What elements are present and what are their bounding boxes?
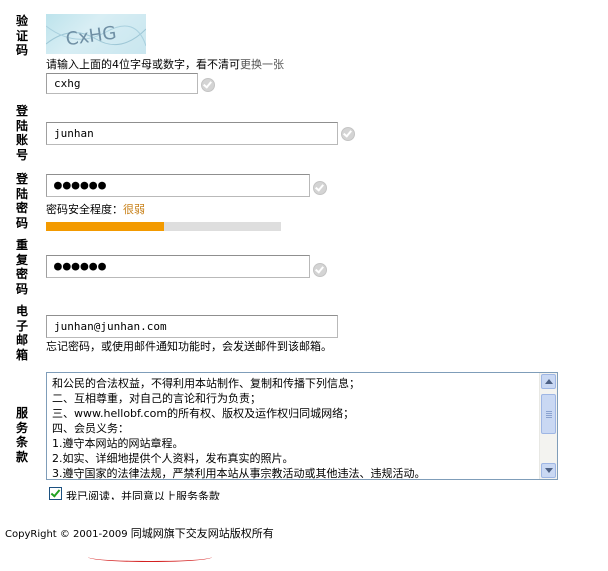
password-valid-icon: [313, 181, 327, 195]
password-strength-value: 很弱: [123, 203, 145, 216]
confirm-password-valid-icon: [313, 263, 327, 277]
footer-owner: 同城网旗下交友网站版权所有: [130, 527, 274, 540]
account-label: 登 陆 账 号: [15, 104, 28, 162]
account-valid-icon: [341, 127, 355, 141]
captcha-valid-icon: [201, 78, 215, 92]
password-strength-track: [46, 222, 281, 231]
terms-line: 2.如实、详细地提供个人资料，发布真实的照片。: [52, 452, 294, 465]
captcha-hint: 请输入上面的4位字母或数字，看不清可更换一张: [46, 58, 284, 71]
terms-textarea[interactable]: 和公民的合法权益，不得利用本站制作、复制和传播下列信息； 二、互相尊重，对自己的…: [46, 372, 558, 480]
agree-checkbox[interactable]: [49, 487, 62, 500]
footer-copyright: CopyRight © 2001-2009 同城网旗下交友网站版权所有: [5, 527, 274, 540]
terms-line: 四、会员义务：: [52, 422, 129, 435]
confirm-password-label: 重 复 密 码: [15, 238, 28, 296]
terms-line: 1.遵守本网站的网站章程。: [52, 437, 184, 450]
footer: CopyRight © 2001-2009 同城网旗下交友网站版权所有: [0, 500, 608, 571]
captcha-noise: CxHG: [46, 22, 146, 50]
captcha-label: 验 证 码: [15, 14, 28, 57]
footer-underline: [88, 556, 212, 562]
password-input[interactable]: ●●●●●●: [46, 174, 310, 197]
scroll-down-button[interactable]: [541, 463, 556, 478]
terms-line: 三、www.hellobf.com的所有权、版权及运作权归同城网络；: [52, 407, 355, 420]
terms-line: 二、互相尊重，对自己的言论和行为负责；: [52, 392, 261, 405]
confirm-password-input[interactable]: ●●●●●●: [46, 255, 310, 278]
captcha-image[interactable]: CxHG: [46, 14, 146, 54]
terms-label: 服 务 条 款: [15, 406, 28, 464]
scroll-thumb[interactable]: [541, 394, 556, 434]
captcha-input[interactable]: [46, 73, 198, 94]
password-strength-bar: [46, 222, 164, 231]
password-strength: 密码安全程度：很弱: [46, 203, 145, 216]
scroll-up-button[interactable]: [541, 374, 556, 389]
terms-line: 3.遵守国家的法律法规，严禁利用本站从事宗教活动或其他违法、违规活动。: [52, 467, 426, 480]
terms-line: 和公民的合法权益，不得利用本站制作、复制和传播下列信息；: [52, 377, 360, 390]
terms-scrollbar[interactable]: [539, 373, 557, 479]
email-hint: 忘记密码，或使用邮件通知功能时，会发送邮件到该邮箱。: [46, 340, 332, 353]
password-label: 登 陆 密 码: [15, 172, 28, 230]
account-input[interactable]: [46, 122, 338, 145]
email-label: 电 子 邮 箱: [15, 304, 28, 362]
captcha-text: CxHG: [65, 22, 118, 50]
email-input[interactable]: [46, 315, 338, 338]
refresh-captcha-link[interactable]: 更换一张: [240, 58, 284, 71]
